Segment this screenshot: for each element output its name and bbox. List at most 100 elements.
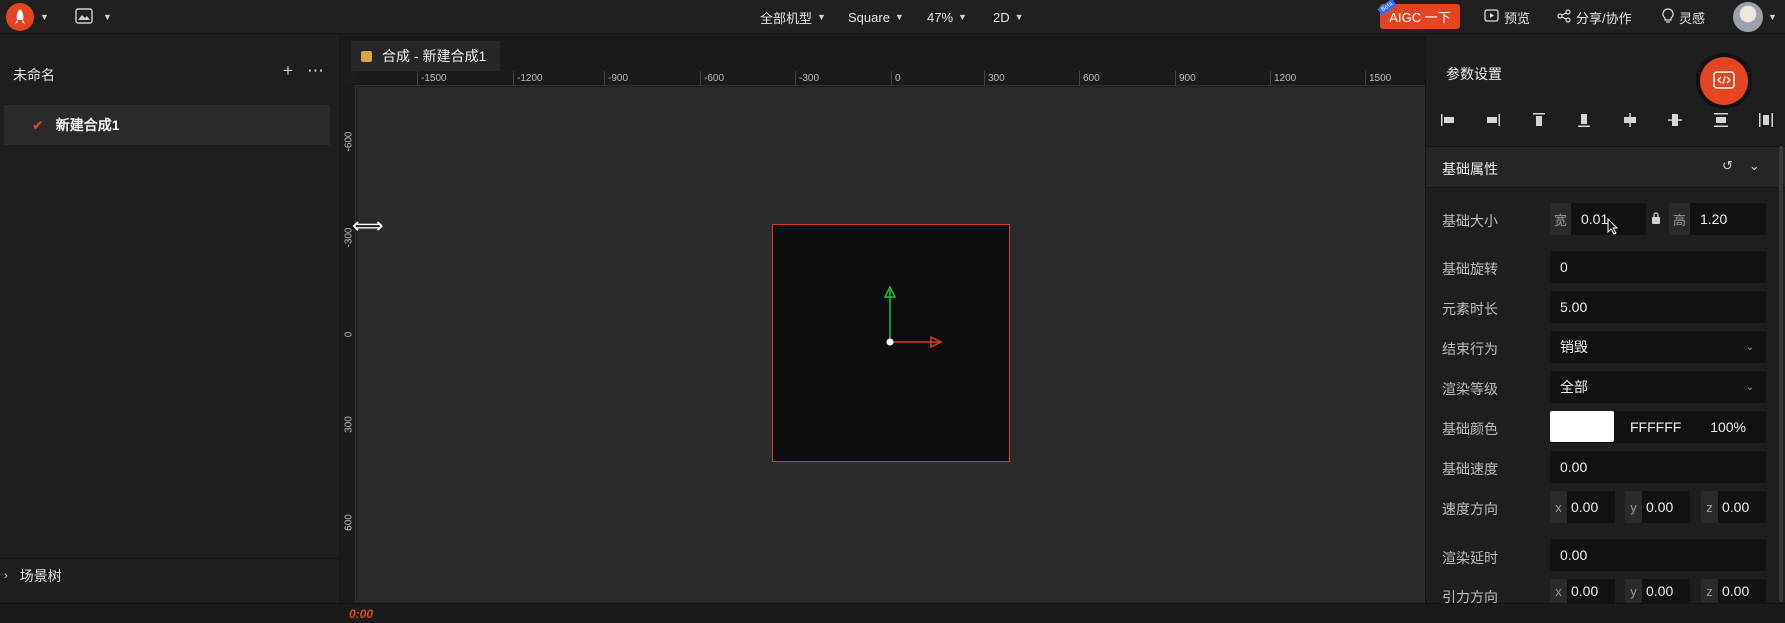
code-button[interactable] (1700, 57, 1748, 105)
scene-tree-label: 场景树 (19, 567, 62, 584)
end-behavior-value: 销毁 (1560, 339, 1588, 355)
chevron-down-icon: ▼ (1014, 12, 1024, 22)
align-center-horizontal-icon[interactable] (1664, 109, 1686, 131)
ruler-tick: 0 (343, 331, 355, 338)
velocity-y-value: 0.00 (1646, 499, 1674, 515)
align-center-vertical-icon[interactable] (1619, 109, 1641, 131)
chevron-down-icon[interactable]: ▼ (103, 12, 112, 22)
width-prefix: 宽 (1550, 203, 1571, 235)
ruler-tick: 0 (895, 73, 901, 84)
chevron-down-icon: ▼ (894, 12, 904, 22)
size-label: 基础大小 (1442, 213, 1498, 229)
app-logo-icon[interactable] (6, 3, 34, 31)
ruler-tick: -300 (799, 73, 820, 84)
model-filter-label: 全部机型 (760, 10, 813, 26)
panel-title: 参数设置 (1446, 66, 1502, 82)
gravity-y-input[interactable]: 0.00 (1642, 579, 1690, 603)
ruler-tick: 300 (343, 416, 355, 433)
axis-y-prefix: y (1625, 491, 1642, 523)
align-bottom-icon[interactable] (1573, 109, 1595, 131)
render-delay-input[interactable]: 0.00 (1550, 539, 1766, 571)
rotation-input[interactable]: 0 (1550, 251, 1766, 283)
speed-value: 0.00 (1560, 459, 1588, 475)
ruler-tick: -600 (704, 73, 725, 84)
composition-item[interactable]: ✔ 新建合成1 (4, 105, 330, 145)
preview-icon (1484, 9, 1499, 25)
distribute-vertical-icon[interactable] (1710, 109, 1732, 131)
chevron-down-icon: ▼ (817, 12, 826, 22)
composition-label: 新建合成1 (55, 117, 120, 133)
aspect-dropdown[interactable]: Square ▼ (848, 0, 904, 34)
ruler-tick: 900 (1179, 73, 1196, 84)
mode-dropdown[interactable]: 2D ▼ (993, 0, 1024, 34)
tab-composition[interactable]: 合成 - 新建合成1 (351, 41, 501, 71)
properties-scrollbar[interactable] (1779, 146, 1783, 602)
project-title[interactable]: 未命名 (13, 65, 55, 85)
scene-tree-toggle[interactable]: › 场景树 (0, 558, 340, 592)
layers-panel: 未命名 + ⋯ ✔ 新建合成1 › 场景树 (0, 35, 340, 603)
resize-cursor-icon: ⟺ (352, 213, 384, 238)
canvas-tab-bar: 合成 - 新建合成1 (341, 35, 1425, 71)
align-right-icon[interactable] (1482, 109, 1504, 131)
mouse-cursor-icon (1607, 217, 1619, 238)
basic-properties-section[interactable]: 基础属性 ↺ ⌄ (1426, 146, 1785, 188)
share-icon (1557, 8, 1571, 26)
preview-button[interactable]: 预览 (1484, 0, 1530, 34)
height-value: 1.20 (1700, 211, 1728, 227)
ruler-tick: -900 (608, 73, 629, 84)
color-label: 基础颜色 (1442, 421, 1498, 437)
gravity-z-input[interactable]: 0.00 (1718, 579, 1766, 603)
top-bar: ▼ ▼ 全部机型 ▼ Square ▼ 47% ▼ 2D ▼ Beta AIGC 一下 … (0, 0, 1785, 34)
aigc-label: AIGC 一下 (1389, 10, 1451, 25)
gravity-y-value: 0.00 (1646, 583, 1674, 599)
velocity-x-value: 0.00 (1571, 499, 1599, 515)
axis-x-prefix: x (1550, 491, 1567, 523)
chevron-down-icon[interactable]: ▼ (40, 12, 49, 22)
lock-icon[interactable] (1651, 211, 1661, 227)
velocity-direction-label: 速度方向 (1442, 501, 1498, 517)
model-filter-dropdown[interactable]: 全部机型 ▼ (760, 0, 826, 34)
chevron-down-icon[interactable]: ▼ (1768, 12, 1777, 22)
share-button[interactable]: 分享/协作 (1557, 0, 1632, 34)
ruler-tick: -1200 (517, 73, 543, 84)
avatar[interactable] (1733, 2, 1763, 32)
more-icon[interactable]: ⋯ (307, 61, 324, 81)
height-prefix: 高 (1669, 203, 1690, 235)
ruler-tick: -600 (343, 131, 355, 152)
transform-gizmo[interactable] (773, 225, 1011, 463)
current-time: 0:00 (349, 607, 374, 621)
align-top-icon[interactable] (1528, 109, 1550, 131)
speed-input[interactable]: 0.00 (1550, 451, 1766, 483)
gravity-z-value: 0.00 (1722, 583, 1750, 599)
zoom-dropdown[interactable]: 47% ▼ (927, 0, 967, 34)
height-input[interactable]: 1.20 (1690, 203, 1766, 235)
distribute-horizontal-icon[interactable] (1755, 109, 1777, 131)
image-icon[interactable] (75, 8, 93, 27)
artboard[interactable] (772, 224, 1010, 462)
composition-color-icon (361, 50, 372, 62)
inspiration-button[interactable]: 灵感 (1662, 0, 1705, 34)
axis-y-prefix: y (1625, 579, 1642, 603)
reset-icon[interactable]: ↺ (1722, 158, 1733, 174)
velocity-z-input[interactable]: 0.00 (1718, 491, 1766, 523)
add-icon[interactable]: + (283, 61, 293, 81)
share-label: 分享/协作 (1576, 10, 1632, 26)
color-swatch[interactable] (1550, 411, 1614, 442)
chevron-down-icon[interactable]: ⌄ (1749, 158, 1760, 174)
mode-label: 2D (993, 9, 1010, 25)
velocity-x-input[interactable]: 0.00 (1567, 491, 1615, 523)
axis-z-prefix: z (1701, 579, 1718, 603)
duration-input[interactable]: 5.00 (1550, 291, 1766, 323)
align-left-icon[interactable] (1437, 109, 1459, 131)
velocity-y-input[interactable]: 0.00 (1642, 491, 1690, 523)
ruler-tick: 1500 (1369, 73, 1392, 84)
aigc-button[interactable]: Beta AIGC 一下 (1377, 0, 1460, 29)
timeline-bar[interactable]: 0:00 (0, 603, 1785, 623)
speed-label: 基础速度 (1442, 461, 1498, 477)
render-level-select[interactable]: 全部 ⌄ (1550, 371, 1766, 403)
gravity-x-input[interactable]: 0.00 (1567, 579, 1615, 603)
zoom-label: 47% (927, 9, 954, 25)
render-delay-label: 渲染延时 (1442, 550, 1498, 566)
end-behavior-select[interactable]: 销毁 ⌄ (1550, 331, 1766, 363)
aspect-label: Square (848, 9, 890, 25)
